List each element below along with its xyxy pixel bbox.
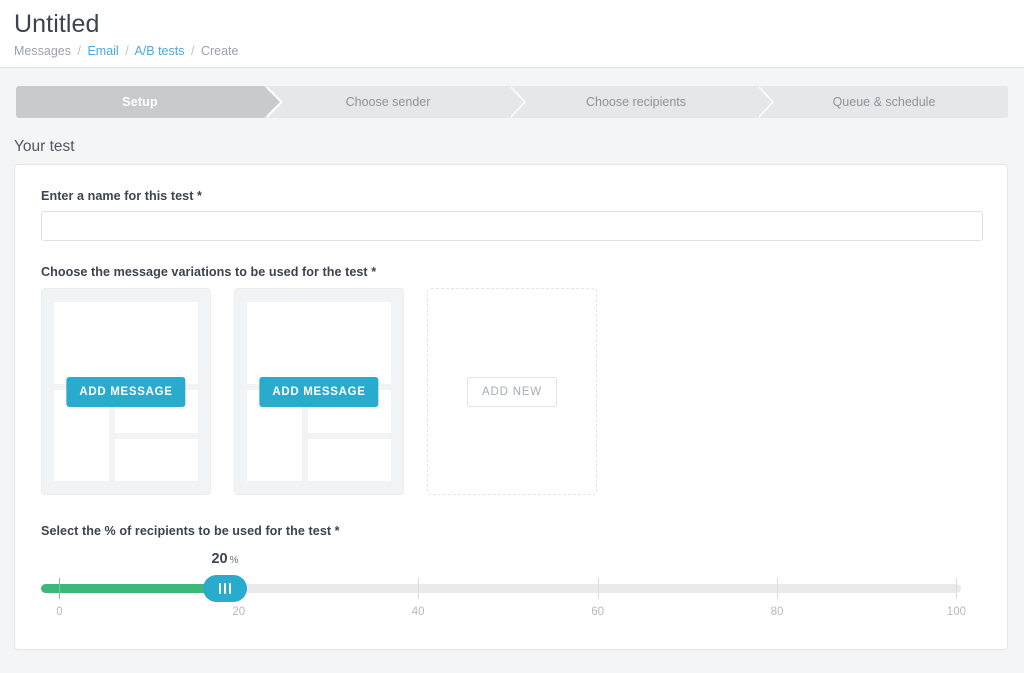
step-choose-sender[interactable]: Choose sender <box>264 86 512 118</box>
slider-value-label: 20% <box>211 550 238 568</box>
slider-tick-40 <box>418 578 419 599</box>
stepper-wrap: Setup Choose sender Choose recipients Qu… <box>0 68 1024 118</box>
message-variations-label: Choose the message variations to be used… <box>41 265 981 279</box>
add-new-variation-button[interactable]: ADD NEW <box>467 377 557 407</box>
slider-tick-label-80: 80 <box>771 606 784 618</box>
test-name-label: Enter a name for this test * <box>41 189 981 203</box>
slider-tick-60 <box>598 578 599 599</box>
slider-tick-label-100: 100 <box>947 606 966 618</box>
step-label: Choose sender <box>346 95 431 109</box>
variation-card-add-new[interactable]: ADD NEW <box>427 288 597 495</box>
slider-handle[interactable] <box>203 575 247 602</box>
step-label: Choose recipients <box>586 95 686 109</box>
breadcrumb-separator: / <box>77 44 80 58</box>
step-queue-schedule[interactable]: Queue & schedule <box>760 86 1008 118</box>
breadcrumb-item-create: Create <box>201 44 239 58</box>
slider-tick-label-20: 20 <box>232 606 245 618</box>
recipients-percent-section: Select the % of recipients to be used fo… <box>41 524 981 630</box>
skeleton-block-content-bottom <box>308 439 391 482</box>
step-label: Queue & schedule <box>833 95 936 109</box>
wizard-stepper: Setup Choose sender Choose recipients Qu… <box>16 86 1008 118</box>
slider-tick-label-40: 40 <box>412 606 425 618</box>
recipients-percent-slider[interactable]: 0 20 40 60 80 100 20% <box>41 574 961 630</box>
breadcrumb-separator: / <box>191 44 194 58</box>
grip-bar-icon <box>229 583 231 594</box>
skeleton-block-header <box>247 302 391 384</box>
slider-tick-label-60: 60 <box>591 606 604 618</box>
grip-bar-icon <box>219 583 221 594</box>
breadcrumb-item-email[interactable]: Email <box>87 44 118 58</box>
page-header: Untitled Messages / Email / A/B tests / … <box>0 0 1024 68</box>
setup-form-card: Enter a name for this test * Choose the … <box>14 164 1008 650</box>
slider-tick-80 <box>777 578 778 599</box>
variation-card-2[interactable]: ADD MESSAGE <box>234 288 404 495</box>
message-variations-list: ADD MESSAGE ADD MESSAGE ADD NEW <box>41 288 981 495</box>
breadcrumb-item-ab-tests[interactable]: A/B tests <box>134 44 184 58</box>
test-name-input[interactable] <box>41 211 983 241</box>
page-title: Untitled <box>14 8 1024 40</box>
step-divider-inner-icon <box>757 86 772 118</box>
slider-tick-label-0: 0 <box>56 606 62 618</box>
breadcrumb: Messages / Email / A/B tests / Create <box>14 42 1024 60</box>
grip-bar-icon <box>224 583 226 594</box>
step-choose-recipients[interactable]: Choose recipients <box>512 86 760 118</box>
section-title: Your test <box>0 118 1024 164</box>
slider-tick-100 <box>956 578 957 599</box>
add-message-button-2[interactable]: ADD MESSAGE <box>259 377 378 407</box>
slider-value-number: 20 <box>211 551 227 567</box>
step-label: Setup <box>122 95 158 109</box>
variation-card-1[interactable]: ADD MESSAGE <box>41 288 211 495</box>
slider-fill <box>41 584 225 593</box>
skeleton-block-content-bottom <box>115 439 198 482</box>
slider-tick-0 <box>59 578 60 599</box>
add-message-button-1[interactable]: ADD MESSAGE <box>66 377 185 407</box>
breadcrumb-separator: / <box>125 44 128 58</box>
step-divider-inner-icon <box>509 86 524 118</box>
breadcrumb-item-messages: Messages <box>14 44 71 58</box>
recipients-percent-label: Select the % of recipients to be used fo… <box>41 524 981 538</box>
step-setup[interactable]: Setup <box>16 86 264 118</box>
skeleton-block-header <box>54 302 198 384</box>
slider-value-unit: % <box>230 555 239 566</box>
